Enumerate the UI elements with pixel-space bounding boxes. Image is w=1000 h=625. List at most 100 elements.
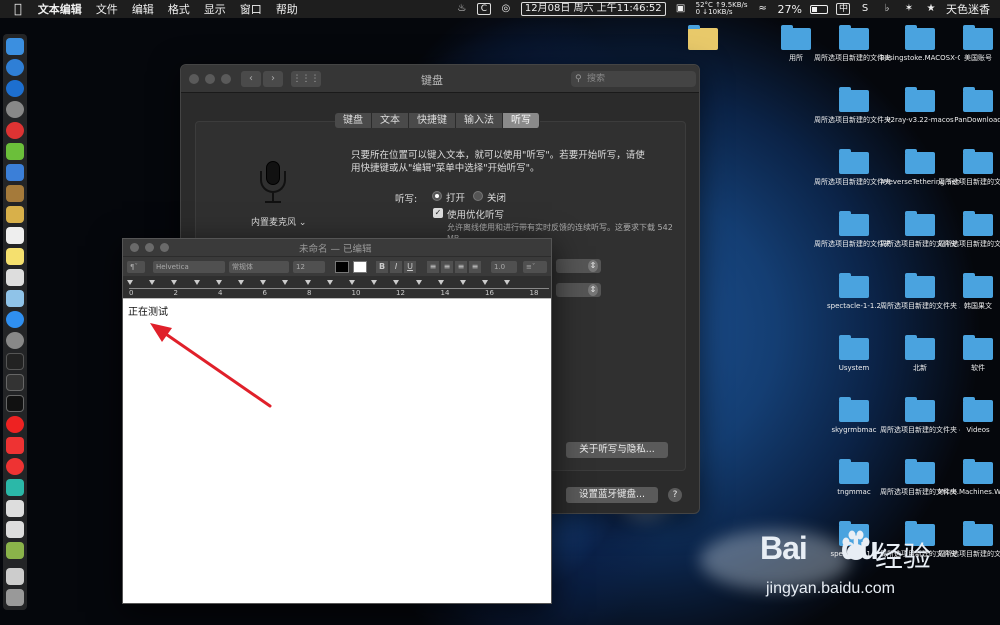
notes-icon[interactable] bbox=[6, 248, 24, 265]
app-green-icon[interactable] bbox=[6, 542, 24, 559]
tab-stop-marker[interactable] bbox=[260, 280, 267, 285]
help-button[interactable]: ? bbox=[668, 488, 682, 502]
android-icon[interactable] bbox=[6, 143, 24, 160]
weibo-icon[interactable] bbox=[6, 458, 24, 475]
close-window-button[interactable] bbox=[189, 74, 199, 84]
folder-icon[interactable] bbox=[905, 149, 935, 174]
paragraph-style-popup[interactable]: ¶ˇ bbox=[127, 261, 145, 273]
app-store-icon[interactable] bbox=[6, 311, 24, 328]
folder-icon[interactable] bbox=[963, 25, 993, 50]
folder-icon[interactable] bbox=[963, 273, 993, 298]
tab-input-sources[interactable]: 输入法 bbox=[456, 113, 503, 128]
battery-percent[interactable]: 27% bbox=[778, 3, 802, 16]
align-right-button[interactable]: ≡ bbox=[455, 261, 467, 273]
folder-icon[interactable] bbox=[839, 335, 869, 360]
font-style-popup[interactable]: 常规体 bbox=[229, 261, 289, 273]
clock-datetime[interactable]: 12月08日 周六 上午11:46:52 bbox=[520, 2, 666, 16]
user-name[interactable]: 天色迷香 bbox=[946, 1, 990, 17]
search-input[interactable]: ⚲ 搜索 bbox=[571, 71, 696, 87]
folder-icon[interactable] bbox=[839, 149, 869, 174]
language-dropdown[interactable]: ⇕ bbox=[556, 283, 601, 297]
amazon-icon[interactable] bbox=[6, 227, 24, 244]
minimize-window-button[interactable] bbox=[205, 74, 215, 84]
dictation-on-radio[interactable] bbox=[432, 191, 442, 201]
tab-stop-marker[interactable] bbox=[460, 280, 466, 285]
folder-icon[interactable] bbox=[963, 87, 993, 112]
back-button[interactable]: ‹ bbox=[241, 71, 261, 87]
folder-icon[interactable] bbox=[839, 25, 869, 50]
menu-window[interactable]: 窗口 bbox=[240, 1, 262, 17]
document-icon[interactable] bbox=[6, 568, 24, 585]
line-spacing-popup[interactable]: 1.0 bbox=[491, 261, 517, 273]
wifi-icon[interactable]: ≈ bbox=[756, 3, 770, 15]
finder-icon[interactable] bbox=[6, 38, 24, 55]
list-style-popup[interactable]: ≡ˇ bbox=[523, 261, 547, 273]
textedit-icon[interactable] bbox=[6, 521, 24, 538]
underline-button[interactable]: U bbox=[404, 261, 416, 273]
tab-stop-marker[interactable] bbox=[282, 280, 289, 285]
forward-button[interactable]: › bbox=[263, 71, 283, 87]
ruler[interactable]: 0 2 4 6 8 10 12 14 16 18 bbox=[123, 276, 551, 299]
text-color-well[interactable] bbox=[335, 261, 349, 273]
app-red-icon[interactable] bbox=[6, 122, 24, 139]
folder-icon[interactable] bbox=[839, 273, 869, 298]
dictation-off-radio[interactable] bbox=[473, 191, 483, 201]
folder-icon[interactable] bbox=[905, 459, 935, 484]
menu-format[interactable]: 格式 bbox=[168, 1, 190, 17]
tab-stop-marker[interactable] bbox=[149, 280, 156, 285]
app-brown-icon[interactable] bbox=[6, 185, 24, 202]
tab-stop-marker[interactable] bbox=[127, 280, 133, 285]
tab-stop-marker[interactable] bbox=[171, 280, 178, 285]
folder-icon[interactable] bbox=[905, 397, 935, 422]
close-window-button[interactable] bbox=[130, 243, 139, 252]
star-icon[interactable]: ★ bbox=[924, 3, 938, 15]
zoom-window-button[interactable] bbox=[160, 243, 169, 252]
tab-stop-marker[interactable] bbox=[437, 280, 444, 285]
tab-shortcuts[interactable]: 快捷键 bbox=[409, 113, 456, 128]
wechat-icon[interactable] bbox=[6, 500, 24, 517]
tab-stop-marker[interactable] bbox=[504, 280, 511, 285]
enhanced-dictation-checkbox[interactable]: ✓ bbox=[433, 208, 443, 218]
folder-icon[interactable] bbox=[688, 25, 718, 50]
vivaldi-icon[interactable] bbox=[6, 437, 24, 454]
menu-app-name[interactable]: 文本编辑 bbox=[38, 1, 82, 17]
launchpad-icon[interactable] bbox=[6, 101, 24, 118]
volume-icon[interactable]: ♭ bbox=[880, 3, 894, 15]
monitor-icon[interactable]: ▣ bbox=[674, 3, 688, 15]
s-app-icon[interactable]: S bbox=[858, 3, 872, 15]
apple-menu-icon[interactable]:  bbox=[14, 2, 22, 17]
contacts-icon[interactable] bbox=[6, 206, 24, 223]
activity-monitor-icon[interactable] bbox=[6, 353, 24, 370]
istat-icon[interactable] bbox=[6, 374, 24, 391]
tab-stop-marker[interactable] bbox=[326, 280, 333, 285]
tab-stop-marker[interactable] bbox=[415, 280, 422, 285]
tab-stop-marker[interactable] bbox=[215, 280, 222, 285]
background-color-well[interactable] bbox=[353, 261, 367, 273]
folder-icon[interactable] bbox=[963, 149, 993, 174]
about-dictation-privacy-button[interactable]: 关于听写与隐私... bbox=[566, 442, 668, 458]
tab-stop-marker[interactable] bbox=[393, 280, 400, 285]
input-method-icon[interactable]: 中 bbox=[836, 3, 850, 15]
tab-stop-marker[interactable] bbox=[349, 280, 355, 285]
align-left-button[interactable]: ≡ bbox=[427, 261, 439, 273]
folder-icon[interactable] bbox=[839, 211, 869, 236]
setup-bluetooth-keyboard-button[interactable]: 设置蓝牙键盘... bbox=[566, 487, 658, 503]
align-center-button[interactable]: ≡ bbox=[441, 261, 453, 273]
safari-icon[interactable] bbox=[6, 80, 24, 97]
folder-icon[interactable] bbox=[839, 397, 869, 422]
menu-help[interactable]: 帮助 bbox=[276, 1, 298, 17]
app-blue-icon[interactable] bbox=[6, 164, 24, 181]
terminal-icon[interactable] bbox=[6, 395, 24, 412]
folder-icon[interactable] bbox=[963, 397, 993, 422]
menu-view[interactable]: 显示 bbox=[204, 1, 226, 17]
menu-file[interactable]: 文件 bbox=[96, 1, 118, 17]
italic-button[interactable]: I bbox=[390, 261, 402, 273]
show-all-button[interactable]: ⋮⋮⋮ bbox=[291, 71, 321, 87]
tab-stop-marker[interactable] bbox=[304, 280, 311, 285]
c-app-icon[interactable]: C bbox=[476, 3, 491, 15]
justify-button[interactable]: ≡ bbox=[469, 261, 481, 273]
trash-icon[interactable] bbox=[6, 589, 24, 606]
tab-dictation[interactable]: 听写 bbox=[503, 113, 540, 128]
battery-icon[interactable] bbox=[810, 4, 828, 14]
folder-icon[interactable] bbox=[963, 521, 993, 546]
